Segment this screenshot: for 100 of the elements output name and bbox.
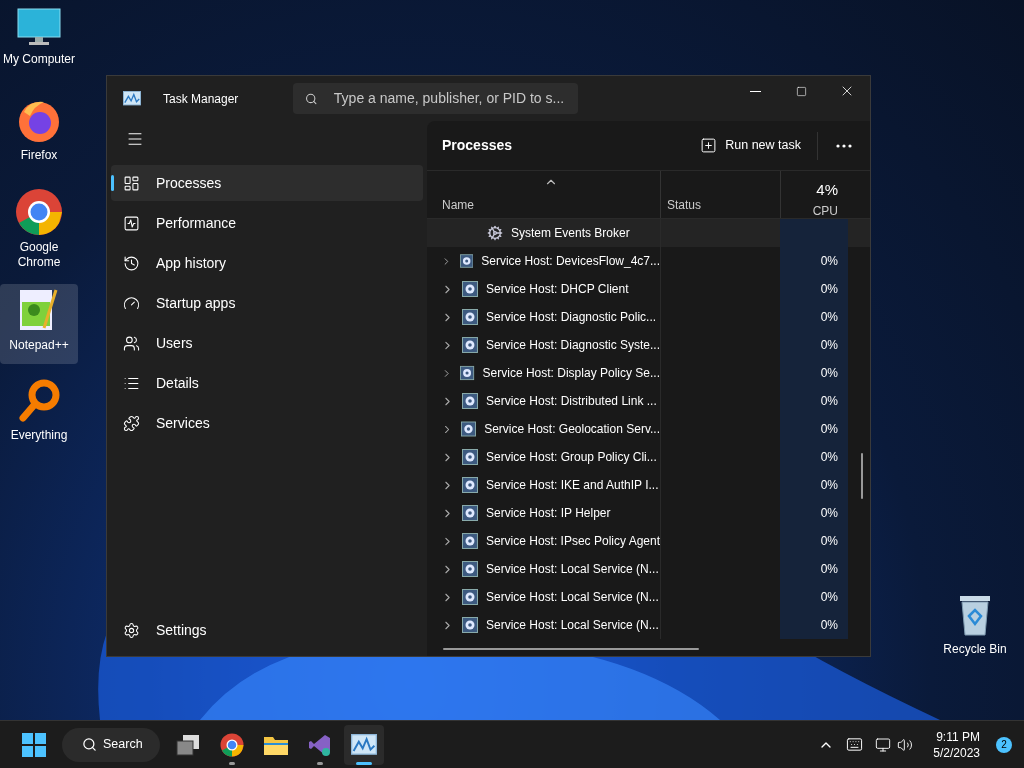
process-name: Service Host: IPsec Policy Agent [485, 533, 660, 550]
running-indicator [356, 761, 372, 765]
cpu-cell [780, 219, 848, 247]
vertical-scrollbar-thumb[interactable] [861, 453, 863, 499]
selection-indicator [111, 175, 114, 191]
settings-icon [123, 621, 140, 639]
cpu-cell: 0% [780, 499, 848, 527]
service-gear-icon [461, 337, 478, 353]
process-name: Service Host: DevicesFlow_4c7... [481, 253, 660, 270]
nav-item[interactable]: Services [111, 405, 423, 441]
process-name: Service Host: Distributed Link ... [486, 393, 657, 410]
process-name: Service Host: IKE and AuthIP I... [486, 477, 659, 494]
taskbar-app-button[interactable] [344, 724, 384, 765]
column-header[interactable]: CPU [812, 201, 838, 220]
service-gear-icon [462, 281, 478, 297]
column-header[interactable]: Status [660, 171, 780, 218]
taskbar-search-button[interactable]: Search [62, 727, 160, 762]
maximize-icon [795, 85, 807, 97]
cpu-cell: 0% [780, 331, 848, 359]
window-title: Task Manager [163, 90, 239, 108]
magnifier-icon [17, 378, 61, 424]
cpu-cell: 0% [780, 359, 848, 387]
horizontal-scrollbar-thumb[interactable] [443, 648, 699, 650]
chrome-icon [15, 188, 63, 236]
nav-item[interactable]: Details [111, 365, 423, 401]
task-view-icon [176, 733, 200, 756]
minimize-icon [749, 90, 761, 92]
recycle-bin-icon [957, 594, 993, 636]
process-name: System Events Broker [511, 225, 630, 242]
running-indicator [229, 761, 235, 765]
process-name: Service Host: DHCP Client [486, 281, 629, 298]
desktop-shortcut[interactable]: Google Chrome [0, 184, 78, 274]
service-gear-icon [459, 253, 474, 269]
running-indicator [317, 761, 323, 765]
process-name: Service Host: Diagnostic Polic... [486, 309, 657, 326]
process-name: Service Host: Diagnostic Syste... [485, 337, 660, 354]
shortcut-label: Firefox [19, 148, 59, 163]
service-gear-icon [460, 365, 475, 381]
nav-item[interactable]: App history [111, 245, 423, 281]
chart-icon [123, 91, 141, 106]
clock-time: 9:11 PM [936, 728, 980, 745]
run-new-task-button[interactable]: Run new task [692, 127, 809, 164]
chrome-icon [220, 732, 244, 757]
new-task-icon [700, 137, 718, 154]
cpu-cell: 0% [780, 527, 848, 555]
service-gear-icon [462, 505, 478, 521]
process-name: Service Host: Display Policy Se... [482, 365, 660, 382]
process-name: Service Host: IP Helper [486, 505, 611, 522]
keyboard-icon[interactable] [846, 736, 864, 753]
process-name: Service Host: Local Service (N... [486, 617, 659, 634]
cpu-cell: 0% [780, 303, 848, 331]
service-gear-icon [462, 477, 478, 493]
monitor-icon [17, 8, 61, 48]
service-gear-icon [461, 533, 478, 549]
service-gear-icon [462, 393, 478, 409]
desktop-shortcut[interactable]: Notepad++ [0, 284, 78, 364]
cpu-cell: 0% [780, 247, 848, 275]
desktop-shortcut[interactable]: My Computer [0, 4, 78, 84]
service-gear-icon [462, 589, 478, 605]
cpu-cell: 0% [780, 583, 848, 611]
service-gear-icon [462, 449, 478, 465]
page-title: Processes [442, 136, 513, 155]
cpu-cell: 0% [780, 471, 848, 499]
shortcut-label: Everything [9, 428, 69, 443]
desktop-shortcut[interactable]: Everything [0, 374, 78, 454]
cpu-cell: 0% [780, 415, 848, 443]
volume-icon[interactable] [897, 736, 914, 753]
shortcut-label: My Computer [2, 52, 76, 67]
service-gear-icon [461, 421, 477, 437]
nav-item[interactable]: Startup apps [111, 285, 423, 321]
network-icon[interactable] [875, 736, 892, 753]
nav-item[interactable]: Performance [111, 205, 423, 241]
nav-item[interactable]: Processes [111, 165, 423, 201]
desktop-shortcut[interactable]: Firefox [0, 94, 78, 174]
puzzle-icon [123, 414, 140, 432]
nav-item[interactable]: Users [111, 325, 423, 361]
column-header[interactable]: Name [427, 171, 660, 218]
shortcut-label: Notepad++ [8, 338, 70, 353]
service-gear-icon [462, 617, 478, 633]
settings-nav-item[interactable]: Settings [111, 612, 423, 648]
process-name: Service Host: Geolocation Serv... [484, 421, 660, 438]
clock-date: 5/2/2023 [933, 744, 980, 761]
notification-count[interactable]: 2 [996, 736, 1012, 753]
recycle-bin-shortcut[interactable]: Recycle Bin [940, 594, 1010, 658]
cpu-cell: 0% [780, 611, 848, 639]
menu-icon [126, 130, 144, 148]
windows-logo-icon [22, 732, 46, 757]
cpu-total: 4% [816, 180, 838, 200]
search-field[interactable]: Type a name, publisher, or PID to s... [293, 83, 579, 114]
infinity-logo-icon [308, 732, 332, 757]
users-icon [123, 334, 140, 352]
cpu-cell: 0% [780, 275, 848, 303]
gauge-icon [123, 294, 140, 312]
cpu-cell: 0% [780, 555, 848, 583]
cpu-cell: 0% [780, 443, 848, 471]
cpu-cell: 0% [780, 387, 848, 415]
clock[interactable]: 9:11 PM 5/2/2023 [933, 728, 980, 761]
history-icon [123, 254, 140, 272]
search-icon [305, 91, 318, 106]
shortcut-label: Recycle Bin [943, 641, 1007, 658]
